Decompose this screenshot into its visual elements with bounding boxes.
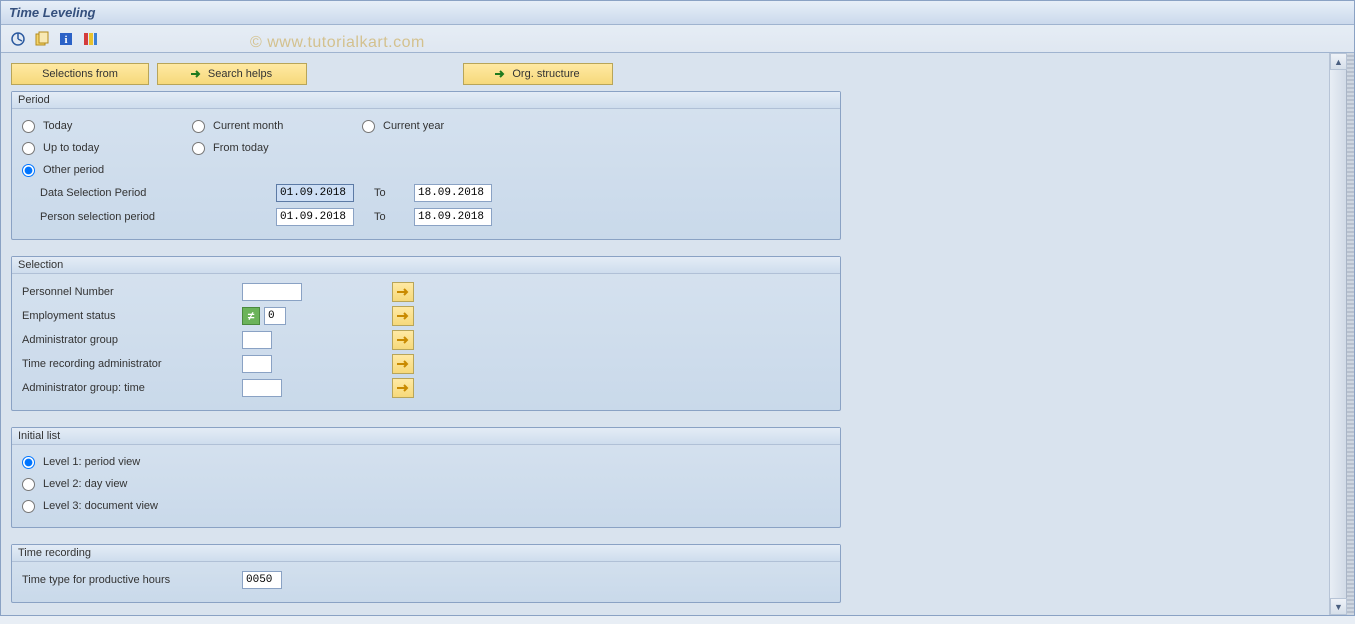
button-label: Search helps <box>208 68 272 80</box>
org-structure-button[interactable]: Org. structure <box>463 63 613 85</box>
time-recording-admin-label: Time recording administrator <box>22 358 242 370</box>
radio-current-year[interactable]: Current year <box>362 120 532 133</box>
time-type-input[interactable] <box>242 571 282 589</box>
radio-level3[interactable]: Level 3: document view <box>22 500 158 513</box>
resize-grip[interactable] <box>1346 53 1354 615</box>
panel-header: Period <box>12 92 840 109</box>
scroll-up-icon[interactable]: ▲ <box>1330 53 1347 70</box>
button-row: Selections from Search helps Org. struct… <box>11 63 1329 85</box>
not-equal-icon[interactable]: ≠ <box>242 307 260 325</box>
administrator-group-time-input[interactable] <box>242 379 282 397</box>
time-recording-admin-input[interactable] <box>242 355 272 373</box>
to-label: To <box>354 211 414 223</box>
to-label: To <box>354 187 414 199</box>
initial-list-panel: Initial list Level 1: period view Level … <box>11 427 841 528</box>
multiple-selection-button[interactable] <box>392 282 414 302</box>
radio-level2[interactable]: Level 2: day view <box>22 478 127 491</box>
app-toolbar: i <box>1 25 1354 53</box>
selection-options-icon[interactable] <box>81 30 99 48</box>
execute-icon[interactable] <box>9 30 27 48</box>
multiple-selection-button[interactable] <box>392 306 414 326</box>
selection-panel: Selection Personnel Number Employment st… <box>11 256 841 411</box>
selections-from-button[interactable]: Selections from <box>11 63 149 85</box>
period-panel: Period Today Current month Current year … <box>11 91 841 240</box>
data-selection-period-label: Data Selection Period <box>22 187 232 199</box>
multiple-selection-button[interactable] <box>392 354 414 374</box>
radio-current-month[interactable]: Current month <box>192 120 362 133</box>
radio-level1[interactable]: Level 1: period view <box>22 456 140 469</box>
personnel-number-input[interactable] <box>242 283 302 301</box>
administrator-group-label: Administrator group <box>22 334 242 346</box>
get-variant-icon[interactable] <box>33 30 51 48</box>
radio-from-today[interactable]: From today <box>192 142 362 155</box>
personnel-number-label: Personnel Number <box>22 286 242 298</box>
scroll-down-icon[interactable]: ▼ <box>1330 598 1347 615</box>
employment-status-input[interactable] <box>264 307 286 325</box>
multiple-selection-button[interactable] <box>392 378 414 398</box>
svg-text:i: i <box>64 34 67 46</box>
arrow-right-icon <box>188 66 204 82</box>
data-selection-to-input[interactable] <box>414 184 492 202</box>
page-title: Time Leveling <box>1 1 1354 25</box>
panel-header: Time recording <box>12 545 840 562</box>
radio-other-period[interactable]: Other period <box>22 164 192 177</box>
person-selection-from-input[interactable] <box>276 208 354 226</box>
search-helps-button[interactable]: Search helps <box>157 63 307 85</box>
time-recording-panel: Time recording Time type for productive … <box>11 544 841 603</box>
radio-today[interactable]: Today <box>22 120 192 133</box>
person-selection-period-label: Person selection period <box>22 211 232 223</box>
vertical-scrollbar[interactable]: ▲ ▼ <box>1329 53 1346 615</box>
multiple-selection-button[interactable] <box>392 330 414 350</box>
employment-status-label: Employment status <box>22 310 242 322</box>
time-type-label: Time type for productive hours <box>22 574 242 586</box>
button-label: Org. structure <box>512 68 579 80</box>
info-icon[interactable]: i <box>57 30 75 48</box>
arrow-right-icon <box>492 66 508 82</box>
data-selection-from-input[interactable] <box>276 184 354 202</box>
person-selection-to-input[interactable] <box>414 208 492 226</box>
button-label: Selections from <box>42 68 118 80</box>
administrator-group-input[interactable] <box>242 331 272 349</box>
administrator-group-time-label: Administrator group: time <box>22 382 242 394</box>
panel-header: Initial list <box>12 428 840 445</box>
radio-up-to-today[interactable]: Up to today <box>22 142 192 155</box>
panel-header: Selection <box>12 257 840 274</box>
